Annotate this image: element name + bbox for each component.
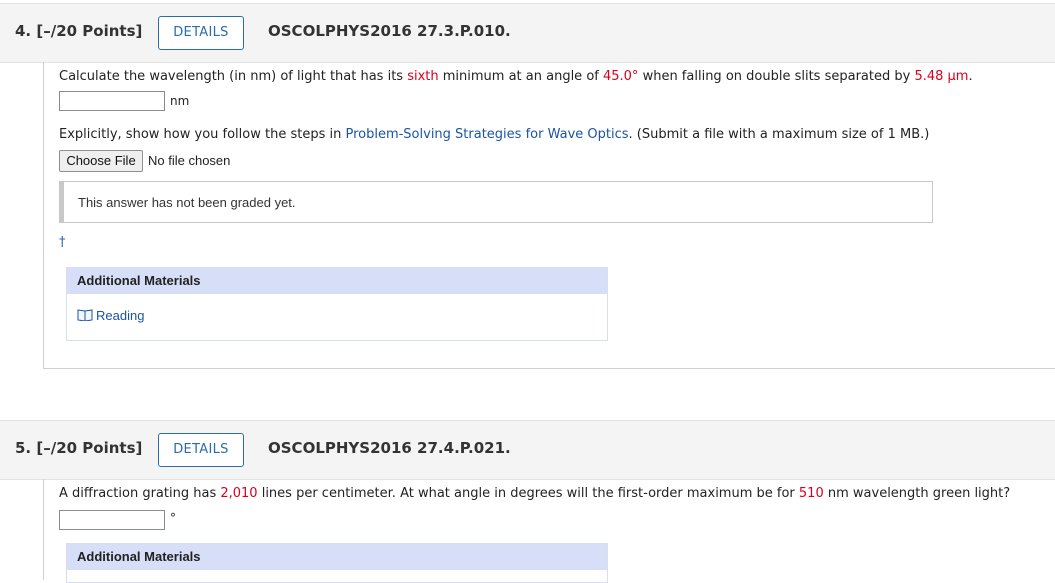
no-file-chosen-label: No file chosen (148, 153, 231, 168)
question-4-explain-text: Explicitly, show how you follow the step… (59, 127, 930, 142)
question-5-text: A diffraction grating has 2,010 lines pe… (59, 486, 1011, 501)
question-4-body: Calculate the wavelength (in nm) of ligh… (43, 62, 1055, 368)
question-5-body: A diffraction grating has 2,010 lines pe… (43, 479, 1055, 583)
question-4-code: OSCOLPHYS2016 27.3.P.010. (268, 22, 511, 40)
dagger-icon: † (59, 235, 66, 250)
choose-file-button[interactable]: Choose File (59, 150, 143, 172)
question-5-code: OSCOLPHYS2016 27.4.P.021. (268, 439, 511, 457)
question-4-answer-input[interactable] (59, 91, 165, 111)
problem-solving-strategies-link[interactable]: Problem-Solving Strategies for Wave Opti… (345, 127, 628, 142)
question-5-details-button[interactable]: DETAILS (158, 433, 244, 467)
question-5-header: 5. [–/20 Points] DETAILS OSCOLPHYS2016 2… (0, 420, 1055, 480)
value-lines-per-cm: 2,010 (220, 486, 258, 501)
value-wavelength: 510 (798, 486, 824, 501)
value-slit-separation: 5.48 μm (914, 69, 969, 84)
grading-status-text: This answer has not been graded yet. (78, 195, 296, 210)
question-5-degree-unit: ° (170, 511, 176, 525)
question-4-details-button[interactable]: DETAILS (158, 16, 244, 50)
question-5-answer-input[interactable] (59, 510, 165, 530)
book-icon (77, 309, 93, 321)
additional-materials-title: Additional Materials (67, 268, 607, 294)
grading-status-box: This answer has not been graded yet. (59, 181, 933, 223)
additional-materials-panel: Additional Materials Reading (66, 267, 608, 341)
value-angle: 45.0° (602, 69, 639, 84)
question-4-text: Calculate the wavelength (in nm) of ligh… (59, 69, 973, 84)
question-4-unit: nm (170, 94, 190, 108)
question-4-points: 4. [–/20 Points] (15, 22, 143, 40)
reading-link[interactable]: Reading (77, 308, 144, 323)
question-4-header: 4. [–/20 Points] DETAILS OSCOLPHYS2016 2… (0, 3, 1055, 63)
question-4-bottom-divider (43, 368, 1055, 369)
value-sixth: sixth (407, 69, 439, 84)
additional-materials-title: Additional Materials (67, 544, 607, 570)
question-5-points: 5. [–/20 Points] (15, 439, 143, 457)
reading-label: Reading (96, 308, 145, 323)
additional-materials-panel: Additional Materials (66, 543, 608, 583)
